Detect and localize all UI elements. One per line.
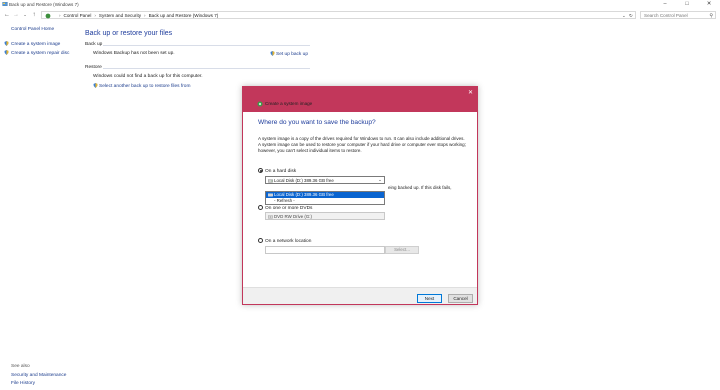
close-button[interactable]: ✕: [698, 0, 720, 9]
chevron-right-icon: ›: [94, 12, 96, 18]
chevron-down-icon[interactable]: ⌄: [378, 177, 382, 183]
dialog-caption: Create a system image: [257, 101, 312, 107]
see-also-heading: See also: [11, 364, 30, 369]
backup-icon: [257, 101, 263, 107]
refresh-icon[interactable]: ↻: [629, 12, 633, 19]
shield-icon: [4, 50, 9, 55]
create-system-image-dialog: ✕ Create a system image Where do you wan…: [242, 86, 478, 305]
backup-status-text: Windows Backup has not been set up.: [93, 51, 175, 56]
forward-arrow-icon[interactable]: →: [12, 10, 20, 20]
dropdown-option-refresh[interactable]: - Refresh -: [266, 198, 384, 204]
page-title: Back up or restore your files: [85, 30, 173, 37]
task-label: Create a system repair disc: [11, 50, 70, 56]
search-input[interactable]: [644, 12, 704, 18]
hard-disk-selected-value: Local Disk (D:) 389.36 GB free: [274, 177, 334, 183]
radio-label: On a hard disk: [265, 168, 297, 174]
dialog-footer: Next Cancel: [243, 287, 477, 304]
shield-icon: [4, 41, 9, 46]
up-arrow-icon[interactable]: ↑: [30, 10, 38, 20]
radio-button[interactable]: [258, 238, 263, 243]
breadcrumb: › Control Panel › System and Security › Back …: [56, 13, 218, 18]
option-label: - Refresh -: [274, 198, 295, 203]
backup-section-heading: Back up: [85, 42, 103, 47]
option-label: Local Disk (D:) 389.36 GB free: [274, 192, 334, 197]
search-icon[interactable]: ⚲: [709, 13, 713, 19]
chevron-right-icon: ›: [144, 12, 146, 18]
maximize-button[interactable]: □: [676, 0, 698, 9]
control-panel-icon: [2, 2, 8, 6]
control-panel-icon: [45, 13, 51, 18]
hard-disk-select[interactable]: Local Disk (D:) 389.36 GB free ⌄: [265, 176, 385, 184]
window-titlebar: Back up and Restore (Windows 7) – □ ✕: [0, 0, 720, 9]
drive-icon: [268, 193, 273, 197]
minimize-button[interactable]: –: [654, 0, 676, 9]
dialog-titlebar: ✕: [243, 87, 477, 112]
hard-disk-dropdown-list: Local Disk (D:) 389.36 GB free - Refresh…: [265, 191, 385, 205]
next-button[interactable]: Next: [417, 294, 442, 303]
create-repair-disc-link[interactable]: Create a system repair disc: [4, 50, 69, 56]
restore-status-text: Windows could not find a back up for thi…: [93, 74, 203, 79]
dialog-caption-text: Create a system image: [265, 101, 313, 107]
network-location-input[interactable]: [265, 246, 385, 254]
file-history-link[interactable]: File History: [11, 381, 35, 386]
dvd-drive-icon: [268, 215, 273, 218]
radio-label: On a network location: [265, 238, 312, 244]
drive-icon: [268, 179, 273, 182]
breadcrumb-control-panel[interactable]: Control Panel: [64, 13, 92, 18]
dialog-description: A system image is a copy of the drives r…: [258, 136, 466, 153]
setup-backup-label: Set up back up: [276, 51, 309, 57]
divider: [103, 45, 310, 46]
radio-network-location[interactable]: On a network location: [258, 238, 311, 244]
chevron-right-icon: ›: [59, 12, 61, 18]
dvd-selected-value: DVD RW Drive (G:): [274, 213, 312, 219]
select-another-backup-link[interactable]: Select another back up to restore files …: [93, 83, 190, 89]
divider: [103, 68, 310, 69]
dialog-close-button[interactable]: ✕: [468, 89, 473, 96]
create-system-image-link[interactable]: Create a system image: [4, 41, 60, 47]
radio-dvds[interactable]: On one or more DVDs: [258, 205, 312, 211]
select-network-button[interactable]: Select...: [385, 246, 419, 254]
address-row: ← → ⌄ ↑ › Control Panel › System and Securi…: [0, 9, 720, 21]
radio-button[interactable]: [258, 205, 263, 210]
select-another-backup-label: Select another back up to restore files …: [99, 83, 191, 89]
radio-hard-disk[interactable]: On a hard disk: [258, 168, 296, 174]
cancel-button[interactable]: Cancel: [448, 294, 473, 303]
recent-locations-icon[interactable]: ⌄: [21, 10, 29, 20]
window-title: Back up and Restore (Windows 7): [9, 1, 79, 7]
hard-disk-hint-text: eing backed up. If this disk fails,: [388, 185, 452, 190]
search-box[interactable]: ⚲: [640, 11, 716, 19]
chevron-down-icon[interactable]: ⌄: [622, 12, 626, 19]
breadcrumb-system-security[interactable]: System and Security: [99, 13, 141, 18]
control-panel-home-link[interactable]: Control Panel Home: [11, 27, 54, 32]
shield-icon: [270, 51, 275, 56]
setup-backup-link[interactable]: Set up back up: [270, 51, 308, 57]
dialog-heading: Where do you want to save the backup?: [258, 119, 376, 126]
security-maintenance-link[interactable]: Security and Maintenance: [11, 373, 66, 378]
radio-label: On one or more DVDs: [265, 205, 313, 211]
task-label: Create a system image: [11, 41, 61, 47]
restore-section-heading: Restore: [85, 65, 102, 70]
shield-icon: [93, 83, 98, 88]
address-bar[interactable]: › Control Panel › System and Security › Back …: [41, 11, 636, 19]
dvd-select[interactable]: DVD RW Drive (G:): [265, 212, 385, 220]
radio-button[interactable]: [258, 168, 263, 173]
left-nav: Control Panel Home Create a system image…: [0, 21, 80, 390]
back-arrow-icon[interactable]: ←: [3, 10, 11, 20]
breadcrumb-backup-restore[interactable]: Back up and Restore (Windows 7): [149, 13, 219, 18]
